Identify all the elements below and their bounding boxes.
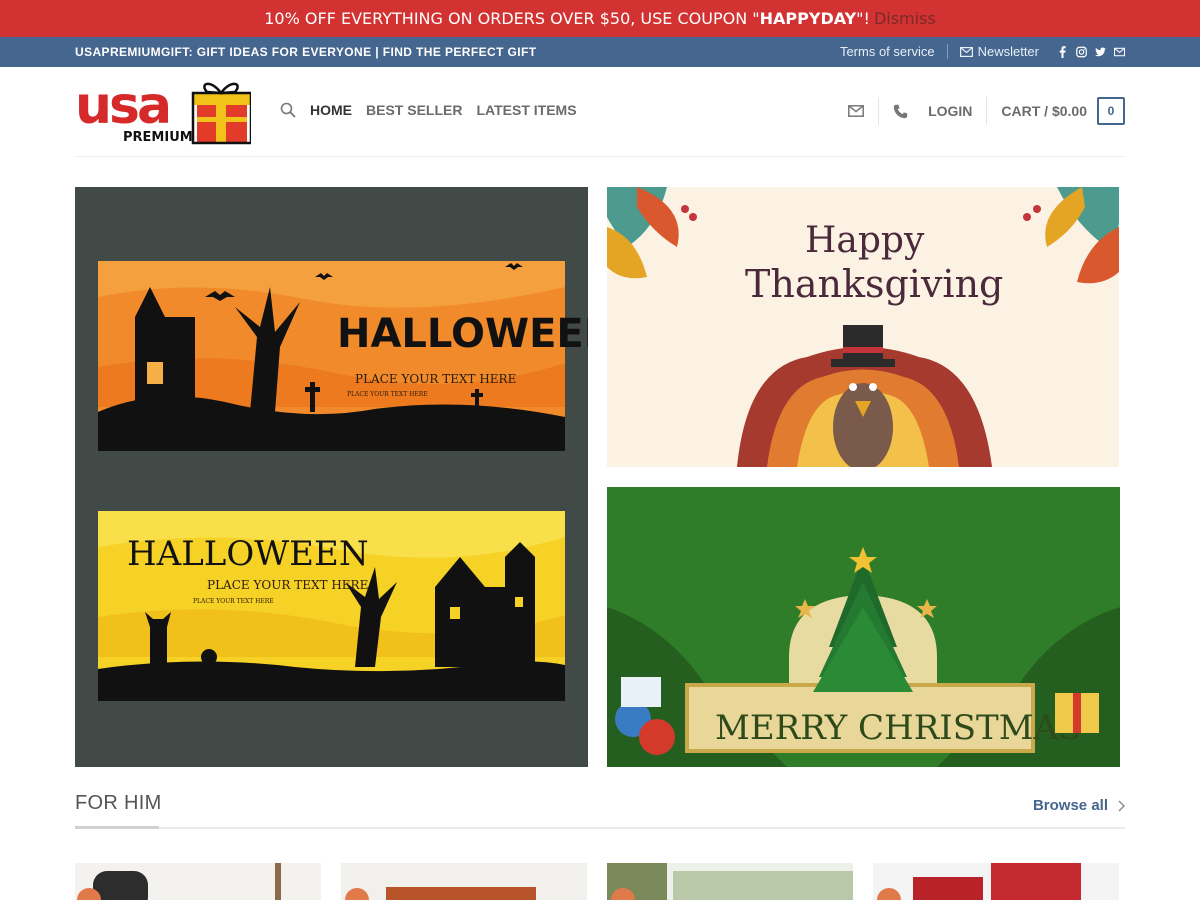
envelope-icon [959,46,973,57]
phone-icon[interactable] [893,104,908,119]
svg-text:PLACE YOUR TEXT HERE: PLACE YOUR TEXT HERE [347,391,428,398]
product-card[interactable] [341,863,587,900]
product-card[interactable] [873,863,1119,900]
halloween-title: HALLOWEEN [337,311,588,357]
social-links [1057,45,1125,58]
header-right: LOGIN CART / $0.00 0 [848,97,1125,125]
section-divider-accent [75,826,159,829]
newsletter-label: Newsletter [977,44,1039,59]
dismiss-link[interactable]: Dismiss [874,9,936,28]
login-link[interactable]: LOGIN [928,103,972,119]
product-card[interactable] [75,863,321,900]
nav-home[interactable]: HOME [310,102,352,118]
divider [946,44,948,59]
site-header: usa PREMIUM HOME BEST SELLER LATEST ITEM… [75,67,1125,157]
nav-latest-items[interactable]: LATEST ITEMS [476,102,576,118]
christmas-text: MERRY CHRISTMAS [715,708,1081,748]
newsletter-link[interactable]: Newsletter [959,44,1039,59]
section-title: FOR HIM [75,792,162,814]
svg-text:PLACE YOUR TEXT HERE: PLACE YOUR TEXT HERE [355,372,516,386]
browse-all-label: Browse all [1032,797,1108,814]
browse-all-link[interactable]: Browse all [1033,797,1125,814]
email-icon[interactable] [1114,45,1125,58]
product-card[interactable] [607,863,853,900]
cart-count-badge[interactable]: 0 [1097,97,1125,125]
svg-text:PLACE YOUR TEXT HERE: PLACE YOUR TEXT HERE [193,598,274,605]
mail-icon[interactable] [848,105,865,117]
twitter-icon[interactable] [1095,45,1106,58]
site-logo[interactable]: usa PREMIUM [75,76,253,145]
thanksgiving-banner[interactable]: Happy Thanksgiving [607,187,1119,467]
main-nav: HOME BEST SELLER LATEST ITEMS [280,102,591,118]
svg-text:PREMIUM: PREMIUM [123,130,193,145]
divider [878,97,880,125]
thanks-line1: Happy [805,220,925,261]
facebook-icon[interactable] [1057,45,1068,58]
svg-text:usa: usa [75,79,169,136]
promo-bar: 10% OFF EVERYTHING ON ORDERS OVER $50, U… [0,0,1200,37]
halloween-title-2: HALLOWEEN [127,534,369,574]
cart-link[interactable]: CART / $0.00 [1001,103,1087,119]
section-divider [75,827,1125,829]
nav-best-seller[interactable]: BEST SELLER [366,102,462,118]
coupon-code: HAPPYDAY [759,9,857,28]
divider [986,97,988,125]
top-links: Terms of service Newsletter [840,44,1125,59]
instagram-icon[interactable] [1076,45,1087,58]
top-bar: USAPREMIUMGIFT: GIFT IDEAS FOR EVERYONE … [0,37,1200,67]
chevron-right-icon [1118,800,1125,811]
terms-link[interactable]: Terms of service [840,44,935,59]
search-icon[interactable] [280,102,296,118]
promo-text: 10% OFF EVERYTHING ON ORDERS OVER $50, U… [264,9,870,28]
thanks-line2: Thanksgiving [745,262,1003,306]
halloween-banner[interactable]: HALLOWEEN PLACE YOUR TEXT HERE PLACE YOU… [75,187,588,767]
christmas-banner[interactable]: MERRY CHRISTMAS [607,487,1120,767]
site-tagline: USAPREMIUMGIFT: GIFT IDEAS FOR EVERYONE … [75,45,537,59]
svg-text:PLACE YOUR TEXT HERE: PLACE YOUR TEXT HERE [207,578,368,592]
